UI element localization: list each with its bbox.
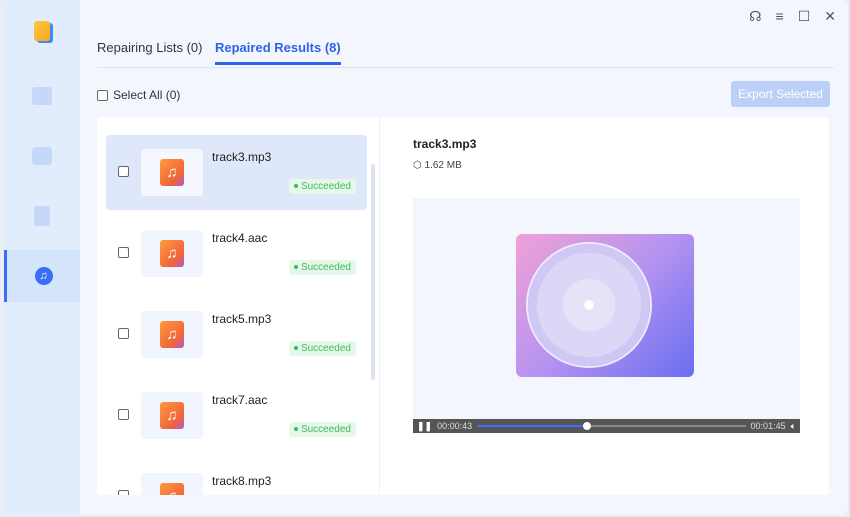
file-size-value: 1.62 MB bbox=[424, 160, 462, 171]
close-icon[interactable]: ✕ bbox=[824, 8, 836, 25]
item-checkbox[interactable] bbox=[118, 247, 129, 258]
audio-file-icon: ♫ bbox=[160, 321, 184, 348]
select-all-label: Select All (0) bbox=[113, 88, 181, 102]
status-badge: Succeeded bbox=[288, 260, 356, 275]
image-icon bbox=[32, 147, 52, 165]
audio-preview bbox=[413, 198, 800, 433]
list-item[interactable]: ♫ track4.aac Succeeded bbox=[106, 216, 367, 291]
export-selected-button[interactable]: Export Selected bbox=[731, 81, 830, 107]
audio-file-icon: ♫ bbox=[160, 159, 184, 186]
list-item[interactable]: ♫ track8.mp3 bbox=[106, 459, 367, 495]
file-name: track8.mp3 bbox=[212, 474, 272, 488]
current-time: 00:00:43 bbox=[437, 421, 473, 431]
sidebar: ♫ bbox=[4, 0, 80, 515]
sidebar-item-audio[interactable]: ♫ bbox=[4, 250, 80, 302]
status-badge: Succeeded bbox=[288, 341, 356, 356]
file-name: track7.aac bbox=[212, 393, 268, 407]
file-list: ♫ track3.mp3 Succeeded ♫ track4.aac Succeede… bbox=[97, 117, 380, 495]
list-item[interactable]: ♫ track3.mp3 Succeeded bbox=[106, 135, 367, 210]
tab-repairing-lists[interactable]: Repairing Lists (0) bbox=[97, 40, 203, 55]
audio-file-icon: ♫ bbox=[160, 483, 184, 495]
file-name: track4.aac bbox=[212, 231, 268, 245]
item-checkbox[interactable] bbox=[118, 409, 129, 420]
volume-icon[interactable]: 🔈︎ bbox=[791, 421, 796, 432]
item-checkbox[interactable] bbox=[118, 166, 129, 177]
audio-file-icon: ♫ bbox=[160, 240, 184, 267]
file-name: track3.mp3 bbox=[212, 150, 272, 164]
select-all-checkbox[interactable]: Select All (0) bbox=[97, 88, 180, 102]
turntable-illustration bbox=[516, 234, 694, 377]
tab-bar: Repairing Lists (0) Repaired Results (8) bbox=[97, 38, 834, 68]
document-icon bbox=[34, 206, 50, 226]
list-item[interactable]: ♫ track5.mp3 Succeeded bbox=[106, 297, 367, 372]
checkbox[interactable] bbox=[97, 89, 108, 101]
pause-button[interactable]: ❚❚ bbox=[417, 421, 432, 432]
music-icon: ♫ bbox=[34, 267, 53, 285]
maximize-icon[interactable]: ☐ bbox=[798, 8, 811, 25]
file-size: ⬡ 1.62 MB bbox=[413, 160, 462, 171]
sidebar-item-photo[interactable] bbox=[4, 130, 80, 182]
status-badge: Succeeded bbox=[288, 422, 356, 437]
item-checkbox[interactable] bbox=[118, 490, 129, 495]
video-icon bbox=[32, 87, 52, 105]
status-badge: Succeeded bbox=[288, 179, 356, 194]
headset-icon[interactable]: ☊ bbox=[749, 8, 761, 25]
scrollbar[interactable] bbox=[371, 164, 375, 380]
seek-slider[interactable] bbox=[477, 422, 746, 430]
file-name: track5.mp3 bbox=[212, 312, 272, 326]
player-controls: ❚❚ 00:00:43 00:01:45 🔈︎ bbox=[413, 419, 800, 433]
list-item[interactable]: ♫ track7.aac Succeeded bbox=[106, 378, 367, 453]
app-window: ♫ ☊ ≡ ☐ ✕ Repairing Lists (0) Repaired R… bbox=[4, 0, 848, 515]
logo-icon bbox=[34, 21, 50, 41]
menu-icon[interactable]: ≡ bbox=[776, 8, 784, 25]
app-logo bbox=[4, 5, 80, 57]
total-time: 00:01:45 bbox=[750, 421, 786, 431]
sidebar-item-document[interactable] bbox=[4, 190, 80, 242]
results-panel: ♫ track3.mp3 Succeeded ♫ track4.aac Succeede… bbox=[97, 117, 829, 495]
item-checkbox[interactable] bbox=[118, 328, 129, 339]
audio-file-icon: ♫ bbox=[160, 402, 184, 429]
size-icon: ⬡ bbox=[413, 160, 425, 171]
sidebar-item-video[interactable] bbox=[4, 70, 80, 122]
tab-repaired-results[interactable]: Repaired Results (8) bbox=[215, 40, 341, 65]
detail-title: track3.mp3 bbox=[413, 137, 477, 151]
